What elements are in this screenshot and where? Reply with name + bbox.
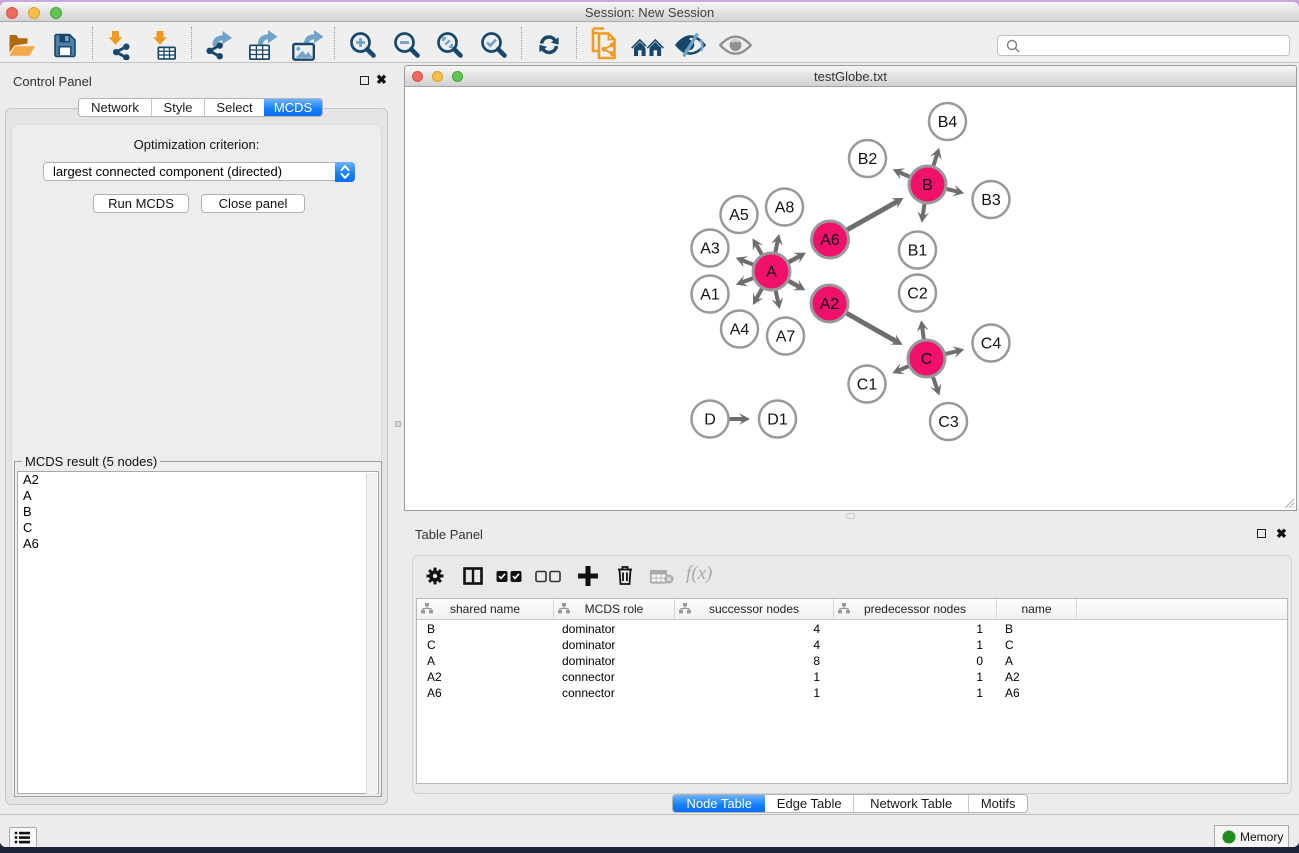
svg-text:D1: D1 bbox=[767, 412, 788, 429]
svg-text:A1: A1 bbox=[700, 287, 720, 304]
svg-text:B: B bbox=[922, 177, 933, 194]
svg-text:A2: A2 bbox=[820, 296, 840, 313]
svg-text:B1: B1 bbox=[908, 243, 928, 260]
svg-text:A4: A4 bbox=[730, 322, 750, 339]
svg-text:C3: C3 bbox=[938, 414, 959, 431]
svg-text:A7: A7 bbox=[776, 329, 796, 346]
svg-text:A8: A8 bbox=[775, 200, 795, 217]
svg-text:A3: A3 bbox=[700, 241, 720, 258]
svg-text:B4: B4 bbox=[938, 114, 958, 131]
svg-text:A6: A6 bbox=[820, 232, 840, 249]
svg-text:A: A bbox=[766, 264, 777, 281]
svg-text:C4: C4 bbox=[981, 336, 1002, 353]
svg-text:C1: C1 bbox=[857, 377, 878, 394]
svg-text:A5: A5 bbox=[729, 207, 749, 224]
svg-text:B2: B2 bbox=[858, 151, 878, 168]
svg-text:C2: C2 bbox=[907, 286, 928, 303]
svg-text:D: D bbox=[704, 412, 716, 429]
svg-text:C: C bbox=[921, 351, 933, 368]
svg-text:B3: B3 bbox=[981, 192, 1001, 209]
